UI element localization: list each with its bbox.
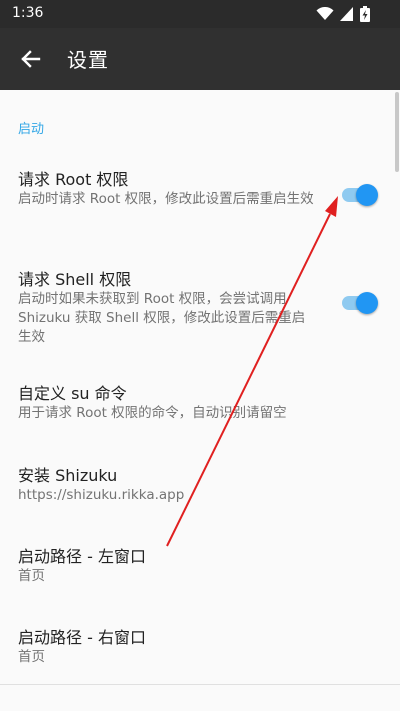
annotation-arrow [166,196,338,547]
annotation-arrow-line [166,213,331,547]
annotation-arrow-head [325,196,338,217]
